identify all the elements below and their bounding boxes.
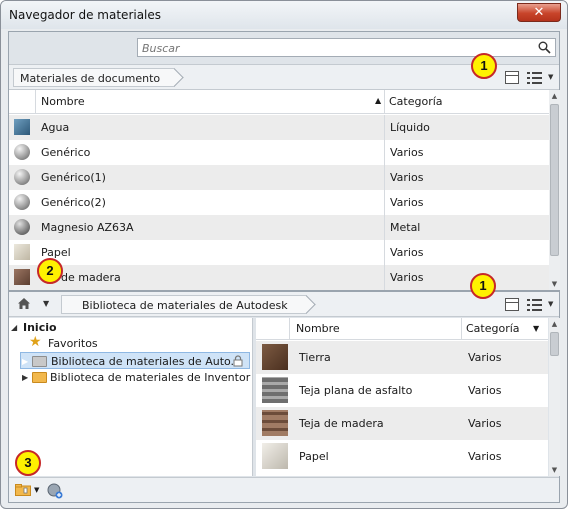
callout-1-bottom: 1 bbox=[470, 273, 496, 299]
document-materials-table: Nombre ▲ Categoría Agua Líquido Genérico… bbox=[9, 90, 549, 290]
home-icon[interactable] bbox=[17, 297, 31, 310]
material-swatch bbox=[14, 269, 30, 285]
tree-node-favorites[interactable]: ★ Favoritos bbox=[29, 334, 149, 352]
table-row[interactable]: Teja plana de asfalto Varios bbox=[256, 374, 548, 407]
table-row[interactable]: Papel Varios bbox=[9, 240, 549, 265]
table-row[interactable]: Teja de madera Varios bbox=[256, 407, 548, 440]
sort-ascending-icon[interactable]: ▲ bbox=[375, 96, 381, 105]
lock-icon bbox=[233, 355, 243, 367]
expand-triangle-icon[interactable]: ▶ bbox=[22, 369, 28, 386]
callout-1-top: 1 bbox=[471, 53, 497, 79]
callout-3: 3 bbox=[15, 450, 41, 476]
material-thumbnail bbox=[262, 344, 288, 370]
column-header-category[interactable]: Categoría bbox=[466, 322, 520, 335]
material-swatch bbox=[14, 219, 30, 235]
table-header: Nombre Categoría ▼ bbox=[256, 318, 548, 340]
library-nav-bar: ▼ Biblioteca de materiales de Autodesk 1… bbox=[9, 273, 559, 317]
table-row[interactable]: Magnesio AZ63A Metal bbox=[9, 215, 549, 240]
material-thumbnail bbox=[262, 443, 288, 469]
table-row[interactable]: Genérico Varios bbox=[9, 140, 549, 165]
list-view-icon[interactable] bbox=[527, 298, 547, 312]
view-dropdown-icon[interactable]: ▼ bbox=[548, 300, 553, 308]
document-scrollbar[interactable]: ▲ ▼ bbox=[549, 90, 560, 290]
library-panel: ▼ Biblioteca de materiales de Autodesk 1… bbox=[8, 273, 560, 503]
title-bar: Navegador de materiales ✕ bbox=[1, 1, 567, 29]
table-row[interactable]: Tierra Varios bbox=[256, 341, 548, 374]
library-materials-table: Nombre Categoría ▼ Tierra Varios Teja pl… bbox=[256, 318, 548, 476]
breadcrumb-autodesk-library[interactable]: Biblioteca de materiales de Autodesk bbox=[61, 295, 307, 314]
breadcrumb-document-materials[interactable]: Materiales de documento bbox=[13, 68, 176, 87]
library-scrollbar[interactable]: ▲ ▼ bbox=[549, 318, 560, 476]
folder-icon bbox=[32, 372, 47, 383]
table-row[interactable]: de madera Varios bbox=[9, 265, 549, 290]
library-footer-toolbar: 3 ▼ bbox=[9, 450, 559, 502]
list-view-icon[interactable] bbox=[527, 71, 547, 85]
column-header-category[interactable]: Categoría bbox=[389, 95, 443, 108]
material-browser-window: Navegador de materiales ✕ Materiales de … bbox=[0, 0, 568, 509]
add-library-icon[interactable] bbox=[15, 484, 31, 496]
expand-triangle-icon[interactable]: ▶ bbox=[22, 353, 28, 370]
tree-node-inventor-library[interactable]: ▶ Biblioteca de materiales de Inventor bbox=[21, 369, 251, 386]
library-view-controls: ▼ bbox=[505, 295, 565, 315]
column-header-name[interactable]: Nombre bbox=[41, 95, 85, 108]
star-icon: ★ bbox=[29, 334, 42, 350]
search-icon[interactable] bbox=[538, 41, 551, 54]
material-swatch bbox=[14, 194, 30, 210]
search-field[interactable] bbox=[137, 38, 556, 57]
window-title: Navegador de materiales bbox=[9, 8, 162, 22]
table-header: Nombre ▲ Categoría bbox=[9, 90, 549, 114]
material-thumbnail bbox=[262, 377, 288, 403]
material-swatch bbox=[14, 244, 30, 260]
document-breadcrumb-bar: Materiales de documento 1 ▼ bbox=[9, 53, 559, 90]
close-button[interactable]: ✕ bbox=[517, 3, 561, 22]
tree-node-autodesk-library[interactable]: ▶ Biblioteca de materiales de Auto... bbox=[20, 352, 250, 369]
material-swatch bbox=[14, 169, 30, 185]
search-input[interactable] bbox=[142, 40, 532, 56]
add-library-dropdown-icon[interactable]: ▼ bbox=[34, 486, 39, 494]
folder-icon bbox=[32, 356, 47, 367]
library-tree: ◢ Inicio ★ Favoritos ▶ Biblioteca de mat… bbox=[9, 318, 253, 476]
table-row[interactable]: Genérico(2) Varios bbox=[9, 190, 549, 215]
material-thumbnail bbox=[262, 410, 288, 436]
document-materials-panel: Materiales de documento 1 ▼ Nombre ▲ Cat… bbox=[8, 31, 560, 291]
material-swatch bbox=[14, 119, 30, 135]
document-view-controls: ▼ bbox=[505, 68, 565, 88]
history-dropdown-icon[interactable]: ▼ bbox=[43, 299, 49, 308]
panel-view-icon[interactable] bbox=[505, 71, 519, 84]
column-header-name[interactable]: Nombre bbox=[296, 322, 340, 335]
material-swatch bbox=[14, 144, 30, 160]
create-material-icon[interactable] bbox=[47, 483, 63, 499]
column-menu-icon[interactable]: ▼ bbox=[533, 324, 539, 333]
table-row[interactable]: Agua Líquido bbox=[9, 115, 549, 140]
callout-2: 2 bbox=[37, 258, 63, 284]
table-row[interactable]: Papel Varios bbox=[256, 440, 548, 473]
view-dropdown-icon[interactable]: ▼ bbox=[548, 73, 553, 81]
collapse-triangle-icon[interactable]: ◢ bbox=[11, 319, 17, 336]
panel-view-icon[interactable] bbox=[505, 298, 519, 311]
table-row[interactable]: Genérico(1) Varios bbox=[9, 165, 549, 190]
